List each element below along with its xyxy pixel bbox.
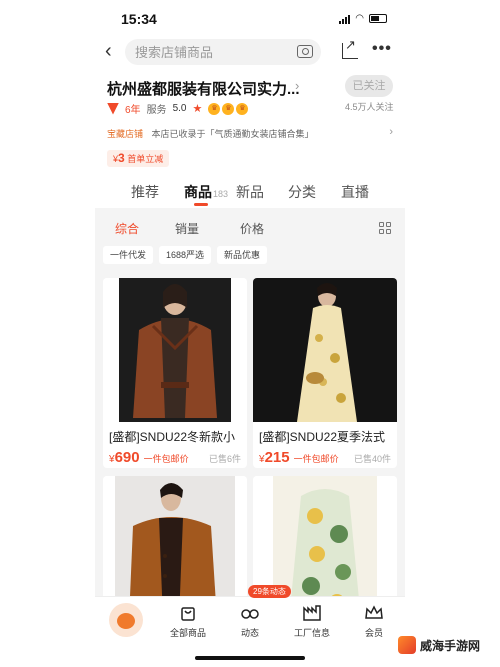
tab-live[interactable]: 直播: [341, 182, 369, 202]
nav-member[interactable]: 会员: [349, 603, 399, 639]
product-card[interactable]: [103, 476, 247, 616]
crown-icon: [349, 603, 399, 623]
star-icon: ★: [192, 103, 203, 115]
collection-label: 宝藏店铺: [107, 129, 144, 139]
site-watermark: 威海手游网: [398, 636, 480, 654]
tab-new[interactable]: 新品: [236, 182, 264, 202]
crown-icon: ♛: [208, 102, 221, 115]
filter-chip[interactable]: 新品优惠: [217, 246, 268, 264]
filter-chip[interactable]: 一件代发: [103, 246, 154, 264]
bag-icon: [163, 603, 213, 623]
product-card[interactable]: [盛都]SNDU22夏季法式 ¥ 215 一件包邮价 已售40件: [253, 278, 397, 468]
nav-label: 全部商品: [169, 628, 206, 638]
tab-products[interactable]: 商品183: [184, 182, 228, 202]
filter-chips: 一件代发 1688严选 新品优惠: [103, 246, 268, 264]
tab-products-label: 商品: [184, 184, 212, 200]
shop-name[interactable]: 杭州盛都服装有限公司实力...: [107, 78, 300, 99]
watermark-logo-icon: [398, 636, 416, 654]
shop-meta: 6年 服务 5.0 ★ ♛ ♛ ♛: [107, 101, 249, 116]
more-icon[interactable]: •••: [372, 40, 392, 58]
tab-products-count: 183: [213, 189, 229, 199]
sort-sales[interactable]: 销量: [175, 220, 199, 237]
product-photo: [119, 278, 231, 422]
product-photo: [253, 278, 397, 422]
wifi-icon: ◠: [355, 13, 364, 24]
search-input[interactable]: [125, 39, 285, 65]
status-icons: ◠: [339, 13, 387, 24]
home-indicator: [195, 656, 305, 660]
collection-banner[interactable]: 宝藏店铺 本店已收录于「气质通勤女装店铺合集」 ›: [107, 126, 393, 140]
coupon-text: 首单立减: [127, 154, 164, 164]
nav-factory[interactable]: 工厂信息: [287, 603, 337, 639]
tab-category[interactable]: 分类: [288, 182, 316, 202]
product-image[interactable]: [103, 476, 247, 616]
back-icon[interactable]: ‹: [105, 40, 112, 63]
product-list-area: 综合 销量 价格 一件代发 1688严选 新品优惠 [盛都]SNDU22冬新款小…: [95, 208, 405, 616]
sort-bar: 综合 销量 价格: [95, 220, 405, 240]
shop-years: 6年: [125, 105, 141, 116]
grid-view-icon[interactable]: [379, 222, 391, 234]
price-row: ¥ 690 一件包邮价 已售6件: [103, 445, 247, 466]
feed-badge: 29条动态: [248, 585, 291, 598]
price-row: ¥ 215 一件包邮价 已售40件: [253, 445, 397, 466]
collection-text: 本店已收录于「气质通勤女装店铺合集」: [151, 129, 314, 139]
product-price: 215: [264, 449, 290, 466]
watermark-text: 威海手游网: [420, 638, 481, 653]
coupon-amount: 3: [118, 151, 125, 165]
shop-badge-icon: [107, 102, 119, 115]
product-title: [盛都]SNDU22冬新款小: [109, 430, 236, 444]
follow-button[interactable]: 已关注: [345, 75, 393, 97]
nav-all-products[interactable]: 全部商品: [163, 603, 213, 639]
phone-screen: 15:34 ◠ ‹ ••• 杭州盛都服装有限公司实力... › 已关注 4.5万…: [95, 0, 405, 667]
factory-icon: [287, 603, 337, 623]
product-price: 690: [114, 449, 140, 466]
nav-label: 动态: [240, 628, 259, 638]
sort-price[interactable]: 价格: [240, 220, 264, 237]
crown-badges: ♛ ♛ ♛: [208, 102, 249, 115]
shipping-label: 一件包邮价: [143, 454, 189, 464]
product-photo: [115, 476, 235, 616]
share-icon[interactable]: [342, 37, 358, 59]
search-box[interactable]: [125, 39, 321, 65]
signal-icon: [339, 14, 351, 24]
crown-icon: ♛: [222, 102, 235, 115]
bottom-nav: 全部商品 动态 29条动态 工厂信息 会员: [95, 585, 405, 646]
sold-count: 已售40件: [353, 454, 391, 464]
shipping-label: 一件包邮价: [293, 454, 339, 464]
battery-icon: [369, 14, 387, 23]
product-image[interactable]: [103, 278, 247, 422]
follower-count: 4.5万人关注: [345, 102, 394, 112]
filter-chip[interactable]: 1688严选: [159, 246, 212, 264]
nav-feed[interactable]: 动态: [225, 603, 275, 639]
tab-active-indicator: [194, 203, 208, 206]
search-header: ‹ •••: [95, 37, 405, 66]
service-label: 服务: [146, 105, 167, 116]
status-bar: 15:34 ◠: [95, 8, 405, 30]
sold-count: 已售6件: [208, 454, 241, 464]
nav-label: 工厂信息: [293, 628, 330, 638]
status-time: 15:34: [121, 11, 157, 27]
shop-mascot-icon[interactable]: [109, 603, 143, 637]
product-card[interactable]: [盛都]SNDU22冬新款小 ¥ 690 一件包邮价 已售6件: [103, 278, 247, 468]
nav-label: 会员: [364, 628, 383, 638]
product-image[interactable]: [253, 278, 397, 422]
coupon-badge[interactable]: ¥3 首单立减: [107, 150, 170, 167]
chevron-right-icon: ›: [389, 126, 393, 138]
camera-icon[interactable]: [297, 45, 313, 58]
chevron-right-icon[interactable]: ›: [295, 78, 299, 93]
sort-comprehensive[interactable]: 综合: [115, 220, 139, 237]
service-score: 5.0: [172, 103, 187, 114]
tab-recommend[interactable]: 推荐: [131, 182, 159, 202]
feed-icon: [225, 603, 275, 623]
shop-tabs: 推荐 商品183 新品 分类 直播: [95, 182, 405, 210]
product-title: [盛都]SNDU22夏季法式: [259, 430, 386, 444]
crown-icon: ♛: [236, 102, 249, 115]
